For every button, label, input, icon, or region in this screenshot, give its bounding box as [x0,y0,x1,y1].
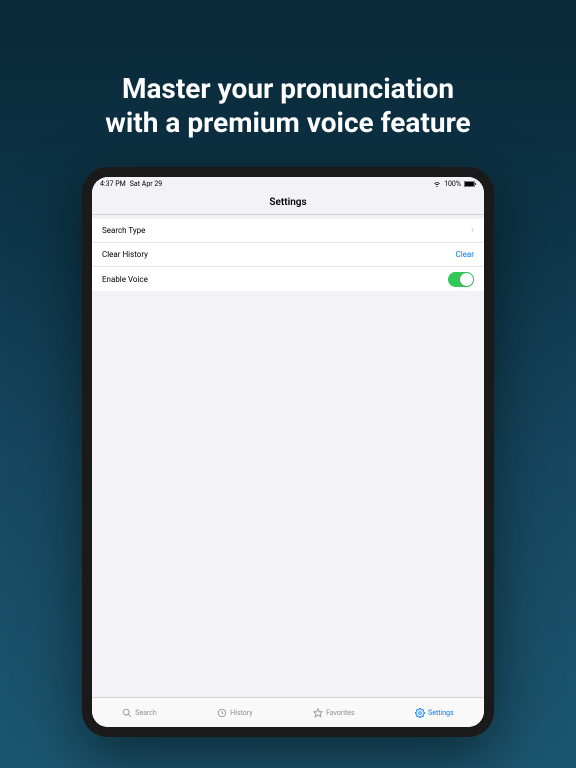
star-icon [313,708,323,718]
row-enable-voice: Enable Voice [92,267,484,291]
gear-icon [415,708,425,718]
settings-content: Search Type › Clear History Clear Enable… [92,215,484,697]
row-search-type[interactable]: Search Type › [92,219,484,243]
chevron-right-icon: › [471,225,474,236]
tablet-screen: 4:37 PM Sat Apr 29 100% Settings Search … [92,177,484,727]
settings-list: Search Type › Clear History Clear Enable… [92,219,484,291]
tab-settings[interactable]: Settings [415,708,454,718]
page-title: Settings [269,197,306,208]
row-clear-history: Clear History Clear [92,243,484,267]
headline-line1: Master your pronunciation [122,72,454,105]
search-icon [122,708,132,718]
tab-settings-label: Settings [428,709,454,717]
tab-history[interactable]: History [217,708,252,718]
battery-icon [464,181,476,187]
tab-search-label: Search [135,709,157,717]
promo-headline: Master your pronunciation with a premium… [85,72,490,139]
tab-favorites[interactable]: Favorites [313,708,355,718]
wifi-icon [433,181,441,187]
tablet-device-frame: 4:37 PM Sat Apr 29 100% Settings Search … [82,167,494,737]
clear-history-button[interactable]: Clear [456,250,474,259]
status-date: Sat Apr 29 [130,180,162,188]
tab-search[interactable]: Search [122,708,157,718]
headline-line2: with a premium voice feature [105,106,470,139]
tab-bar: Search History Favorites Settings [92,697,484,727]
status-battery-pct: 100% [444,180,461,188]
nav-header: Settings [92,191,484,215]
tab-history-label: History [230,709,252,717]
toggle-knob [460,273,473,286]
row-enable-voice-label: Enable Voice [102,275,448,284]
row-search-type-label: Search Type [102,226,471,235]
history-icon [217,708,227,718]
tab-favorites-label: Favorites [326,709,355,717]
row-clear-history-label: Clear History [102,250,456,259]
status-time: 4:37 PM [100,180,126,188]
enable-voice-toggle[interactable] [448,272,474,287]
status-bar: 4:37 PM Sat Apr 29 100% [92,177,484,191]
